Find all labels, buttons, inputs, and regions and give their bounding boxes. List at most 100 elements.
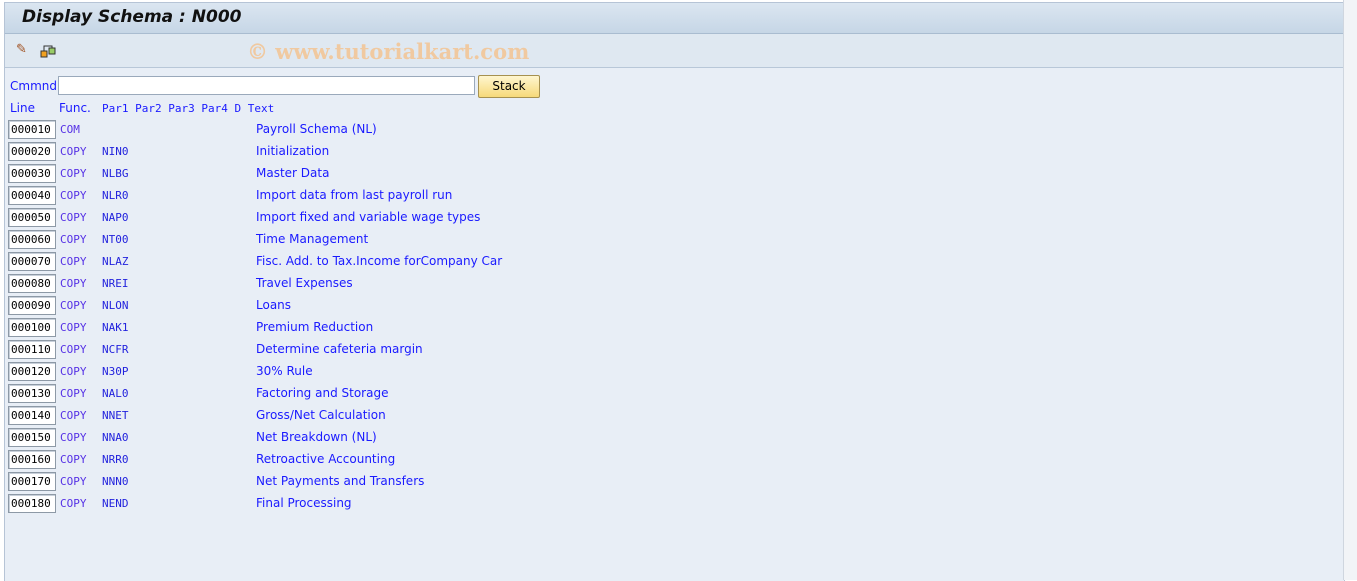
table-row: 000050 COPY NAP0 Import fixed and variab… <box>5 207 1305 229</box>
function-cell: COPY <box>60 189 87 202</box>
par1-cell: NRR0 <box>102 453 129 466</box>
table-row: 000040 COPY NLR0 Import data from last p… <box>5 185 1305 207</box>
table-row: 000120 COPY N30P 30% Rule <box>5 361 1305 383</box>
text-cell: Fisc. Add. to Tax.Income forCompany Car <box>256 254 503 268</box>
function-cell: COPY <box>60 431 87 444</box>
par1-cell: NAL0 <box>102 387 129 400</box>
function-cell: COM <box>60 123 80 136</box>
text-cell: Payroll Schema (NL) <box>256 122 377 136</box>
function-cell: COPY <box>60 321 87 334</box>
line-number-field[interactable]: 000050 <box>8 208 56 227</box>
function-cell: COPY <box>60 255 87 268</box>
text-cell: 30% Rule <box>256 364 313 378</box>
par1-cell: NIN0 <box>102 145 129 158</box>
text-cell: Import fixed and variable wage types <box>256 210 481 224</box>
header-line: Line <box>10 101 36 115</box>
stack-button[interactable]: Stack <box>478 75 540 98</box>
function-cell: COPY <box>60 343 87 356</box>
par1-cell: N30P <box>102 365 129 378</box>
par1-cell: NREI <box>102 277 129 290</box>
line-number-field[interactable]: 000040 <box>8 186 56 205</box>
text-cell: Gross/Net Calculation <box>256 408 386 422</box>
function-cell: COPY <box>60 365 87 378</box>
line-number-field[interactable]: 000170 <box>8 472 56 491</box>
line-number-field[interactable]: 000120 <box>8 362 56 381</box>
table-row: 000010 COM Payroll Schema (NL) <box>5 119 1305 141</box>
header-params-text: Par1 Par2 Par3 Par4 D Text <box>102 102 275 115</box>
text-cell: Travel Expenses <box>256 276 353 290</box>
line-number-field[interactable]: 000150 <box>8 428 56 447</box>
line-number-field[interactable]: 000100 <box>8 318 56 337</box>
table-row: 000140 COPY NNET Gross/Net Calculation <box>5 405 1305 427</box>
text-cell: Net Payments and Transfers <box>256 474 425 488</box>
table-row: 000060 COPY NT00 Time Management <box>5 229 1305 251</box>
function-cell: COPY <box>60 409 87 422</box>
text-cell: Initialization <box>256 144 330 158</box>
line-number-field[interactable]: 000060 <box>8 230 56 249</box>
table-row: 000160 COPY NRR0 Retroactive Accounting <box>5 449 1305 471</box>
function-cell: COPY <box>60 299 87 312</box>
par1-cell: NLR0 <box>102 189 129 202</box>
par1-cell: NEND <box>102 497 129 510</box>
par1-cell: NT00 <box>102 233 129 246</box>
text-cell: Final Processing <box>256 496 352 510</box>
par1-cell: NCFR <box>102 343 129 356</box>
text-cell: Premium Reduction <box>256 320 374 334</box>
table-row: 000070 COPY NLAZ Fisc. Add. to Tax.Incom… <box>5 251 1305 273</box>
table-row: 000100 COPY NAK1 Premium Reduction <box>5 317 1305 339</box>
text-cell: Retroactive Accounting <box>256 452 396 466</box>
table-row: 000090 COPY NLON Loans <box>5 295 1305 317</box>
table-row: 000080 COPY NREI Travel Expenses <box>5 273 1305 295</box>
toolbar: ✎ © www.tutorialkart.com <box>5 34 1344 68</box>
line-number-field[interactable]: 000110 <box>8 340 56 359</box>
text-cell: Determine cafeteria margin <box>256 342 423 356</box>
par1-cell: NNET <box>102 409 129 422</box>
line-number-field[interactable]: 000080 <box>8 274 56 293</box>
function-cell: COPY <box>60 233 87 246</box>
function-cell: COPY <box>60 497 87 510</box>
line-number-field[interactable]: 000010 <box>8 120 56 139</box>
line-number-field[interactable]: 000070 <box>8 252 56 271</box>
table-row: 000020 COPY NIN0 Initialization <box>5 141 1305 163</box>
line-number-field[interactable]: 000180 <box>8 494 56 513</box>
par1-cell: NLON <box>102 299 129 312</box>
title-bar: Display Schema : N000 <box>5 3 1344 34</box>
text-cell: Factoring and Storage <box>256 386 389 400</box>
par1-cell: NNA0 <box>102 431 129 444</box>
par1-cell: NLAZ <box>102 255 129 268</box>
table-row: 000150 COPY NNA0 Net Breakdown (NL) <box>5 427 1305 449</box>
command-input[interactable] <box>58 76 475 95</box>
table-row: 000110 COPY NCFR Determine cafeteria mar… <box>5 339 1305 361</box>
header-func: Func. <box>59 101 91 115</box>
line-number-field[interactable]: 000130 <box>8 384 56 403</box>
function-cell: COPY <box>60 167 87 180</box>
line-number-field[interactable]: 000030 <box>8 164 56 183</box>
text-cell: Net Breakdown (NL) <box>256 430 377 444</box>
line-number-field[interactable]: 000090 <box>8 296 56 315</box>
function-cell: COPY <box>60 387 87 400</box>
table-row: 000030 COPY NLBG Master Data <box>5 163 1305 185</box>
line-number-field[interactable]: 000020 <box>8 142 56 161</box>
text-cell: Master Data <box>256 166 330 180</box>
line-number-field[interactable]: 000140 <box>8 406 56 425</box>
table-row: 000170 COPY NNN0 Net Payments and Transf… <box>5 471 1305 493</box>
change-pencil-icon[interactable]: ✎ <box>16 42 34 58</box>
table-row: 000180 COPY NEND Final Processing <box>5 493 1305 515</box>
text-cell: Import data from last payroll run <box>256 188 453 202</box>
hierarchy-icon[interactable] <box>40 42 58 58</box>
page-title: Display Schema : N000 <box>22 7 242 27</box>
line-number-field[interactable]: 000160 <box>8 450 56 469</box>
table-row: 000130 COPY NAL0 Factoring and Storage <box>5 383 1305 405</box>
watermark: © www.tutorialkart.com <box>247 39 530 64</box>
function-cell: COPY <box>60 475 87 488</box>
par1-cell: NAK1 <box>102 321 129 334</box>
par1-cell: NNN0 <box>102 475 129 488</box>
par1-cell: NLBG <box>102 167 129 180</box>
command-label: Cmmnd <box>10 79 57 93</box>
function-cell: COPY <box>60 453 87 466</box>
text-cell: Loans <box>256 298 292 312</box>
par1-cell: NAP0 <box>102 211 129 224</box>
vertical-scrollbar[interactable] <box>1343 0 1357 580</box>
function-cell: COPY <box>60 277 87 290</box>
text-cell: Time Management <box>256 232 369 246</box>
